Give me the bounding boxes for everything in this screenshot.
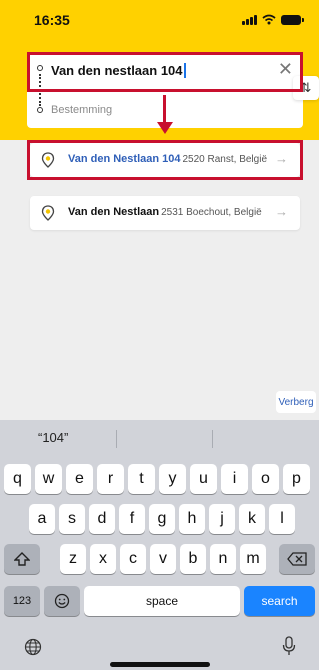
- key-z[interactable]: z: [60, 544, 86, 574]
- arrow-right-icon: →: [275, 204, 288, 219]
- annotation-arrow: [163, 95, 166, 123]
- key-t[interactable]: t: [128, 464, 155, 494]
- key-o[interactable]: o: [252, 464, 279, 494]
- suggestion-divider: [212, 430, 213, 448]
- shift-key[interactable]: [4, 544, 40, 574]
- search-key[interactable]: search: [244, 586, 315, 616]
- hide-keyboard-button[interactable]: Verberg: [276, 391, 316, 413]
- emoji-icon: [54, 593, 70, 609]
- key-g[interactable]: g: [149, 504, 175, 534]
- annotation-highlight-search: [27, 52, 303, 92]
- globe-icon[interactable]: [24, 638, 42, 656]
- key-y[interactable]: y: [159, 464, 186, 494]
- numbers-key[interactable]: 123: [4, 586, 40, 616]
- key-j[interactable]: j: [209, 504, 235, 534]
- space-key[interactable]: space: [84, 586, 240, 616]
- annotation-highlight-result: [27, 140, 303, 180]
- destination-input[interactable]: Bestemming: [51, 104, 112, 116]
- key-w[interactable]: w: [35, 464, 62, 494]
- result-detail: 2531 Boechout, België: [161, 207, 262, 218]
- home-indicator: [110, 662, 210, 667]
- result-name: Van den Nestlaan: [68, 206, 160, 218]
- annotation-arrow-head: [157, 122, 173, 134]
- key-m[interactable]: m: [240, 544, 266, 574]
- key-x[interactable]: x: [90, 544, 116, 574]
- key-v[interactable]: v: [150, 544, 176, 574]
- shift-icon: [14, 552, 30, 566]
- result-item-2[interactable]: Van den Nestlaan 2531 Boechout, België →: [30, 196, 300, 230]
- suggestion-item[interactable]: “104”: [38, 430, 68, 445]
- status-bar: 16:35: [0, 0, 319, 40]
- signal-icon: [242, 14, 257, 25]
- key-c[interactable]: c: [120, 544, 146, 574]
- key-i[interactable]: i: [221, 464, 248, 494]
- key-d[interactable]: d: [89, 504, 115, 534]
- key-r[interactable]: r: [97, 464, 124, 494]
- key-a[interactable]: a: [29, 504, 55, 534]
- wifi-icon: [262, 14, 276, 25]
- emoji-key[interactable]: [44, 586, 80, 616]
- key-b[interactable]: b: [180, 544, 206, 574]
- delete-key[interactable]: [279, 544, 315, 574]
- suggestion-divider: [116, 430, 117, 448]
- battery-icon: [281, 14, 304, 25]
- key-e[interactable]: e: [66, 464, 93, 494]
- key-k[interactable]: k: [239, 504, 265, 534]
- key-h[interactable]: h: [179, 504, 205, 534]
- destination-pin-icon: [37, 107, 43, 113]
- key-f[interactable]: f: [119, 504, 145, 534]
- suggestion-bar: “104”: [0, 420, 319, 456]
- backspace-icon: [287, 552, 307, 566]
- status-time: 16:35: [34, 12, 70, 28]
- microphone-icon[interactable]: [282, 636, 296, 656]
- key-n[interactable]: n: [210, 544, 236, 574]
- key-l[interactable]: l: [269, 504, 295, 534]
- key-q[interactable]: q: [4, 464, 31, 494]
- key-p[interactable]: p: [283, 464, 310, 494]
- results-background: [0, 140, 319, 420]
- key-u[interactable]: u: [190, 464, 217, 494]
- result-text: Van den Nestlaan 2531 Boechout, België: [68, 206, 262, 218]
- location-pin-icon: [41, 205, 55, 221]
- status-icons: [242, 14, 304, 25]
- keyboard: “104” q w e r t y u i o p a s d f g h j …: [0, 420, 319, 670]
- key-s[interactable]: s: [59, 504, 85, 534]
